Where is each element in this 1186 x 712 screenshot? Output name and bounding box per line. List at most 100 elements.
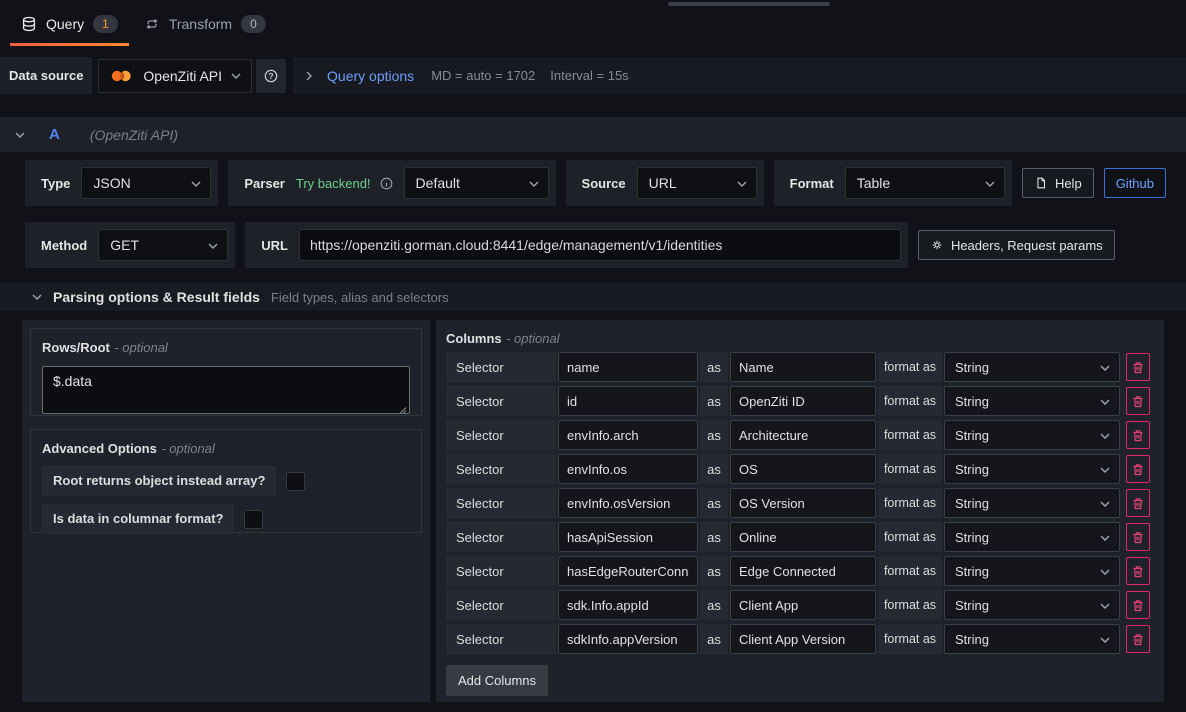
column-format-select[interactable]: String [944, 488, 1120, 518]
chevron-down-icon [1100, 569, 1110, 575]
method-field: Method GET [25, 222, 235, 268]
column-selector-input[interactable] [558, 624, 698, 654]
delete-column-button[interactable] [1126, 523, 1150, 551]
column-format-select[interactable]: String [944, 590, 1120, 620]
column-selector-input[interactable] [558, 488, 698, 518]
column-selector-input[interactable] [558, 420, 698, 450]
type-label: Type [32, 176, 81, 191]
delete-column-button[interactable] [1126, 489, 1150, 517]
column-format-value: String [955, 428, 989, 443]
parser-label: Parser [235, 176, 295, 191]
column-selector-input[interactable] [558, 386, 698, 416]
root-returns-object-checkbox[interactable] [286, 472, 305, 491]
trash-icon [1132, 531, 1144, 544]
column-selector-chip: Selector [446, 386, 556, 416]
interval-stat: Interval = 15s [550, 68, 628, 83]
editor-row-2: Method GET URL Headers, Request params [25, 222, 1166, 268]
column-selector-input[interactable] [558, 352, 698, 382]
tab-query-count-badge: 1 [93, 15, 118, 33]
rows-root-input[interactable]: $.data [42, 366, 410, 414]
column-selector-input[interactable] [558, 454, 698, 484]
column-selector-input[interactable] [558, 590, 698, 620]
columns-panel: Columns - optional Selector as format as… [436, 320, 1164, 702]
column-as-chip: as [700, 352, 728, 382]
parser-select[interactable]: Default [404, 167, 549, 199]
columnar-format-checkbox[interactable] [244, 510, 263, 529]
column-alias-input[interactable] [730, 488, 876, 518]
parser-select-value: Default [416, 175, 460, 191]
column-format-select[interactable]: String [944, 522, 1120, 552]
svg-text:?: ? [268, 71, 273, 81]
column-format-select[interactable]: String [944, 454, 1120, 484]
github-button[interactable]: Github [1104, 168, 1166, 198]
format-select[interactable]: Table [845, 167, 1005, 199]
column-as-chip: as [700, 386, 728, 416]
query-ref-id[interactable]: A [49, 126, 60, 143]
chevron-down-icon [1100, 603, 1110, 609]
column-format-select[interactable]: String [944, 556, 1120, 586]
collapse-chevron-icon[interactable] [32, 294, 42, 300]
column-row: Selector as format as String [446, 420, 1156, 450]
query-options-link[interactable]: Query options [327, 68, 414, 84]
column-alias-input[interactable] [730, 624, 876, 654]
collapse-chevron-icon[interactable] [15, 132, 25, 138]
column-row: Selector as format as String [446, 352, 1156, 382]
tab-transform-label: Transform [169, 16, 232, 32]
column-alias-input[interactable] [730, 454, 876, 484]
chevron-down-icon [1100, 365, 1110, 371]
column-format-select[interactable]: String [944, 420, 1120, 450]
trash-icon [1132, 633, 1144, 646]
datasource-help-button[interactable]: ? [256, 59, 286, 93]
column-format-as-chip: format as [878, 386, 942, 416]
column-as-chip: as [700, 590, 728, 620]
delete-column-button[interactable] [1126, 387, 1150, 415]
editor-tabbar: Query 1 Transform 0 [0, 0, 1186, 47]
method-select[interactable]: GET [98, 229, 228, 261]
datasource-picker[interactable]: OpenZiti API [98, 59, 252, 93]
type-select[interactable]: JSON [81, 167, 211, 199]
source-select[interactable]: URL [637, 167, 757, 199]
chevron-down-icon [191, 181, 201, 187]
column-format-as-chip: format as [878, 556, 942, 586]
delete-column-button[interactable] [1126, 353, 1150, 381]
resize-grip-icon[interactable] [398, 405, 407, 414]
column-format-select[interactable]: String [944, 624, 1120, 654]
openziti-logo-icon [109, 69, 134, 83]
headers-request-params-button[interactable]: Headers, Request params [918, 230, 1115, 260]
method-select-value: GET [110, 237, 139, 253]
delete-column-button[interactable] [1126, 421, 1150, 449]
column-selector-input[interactable] [558, 522, 698, 552]
add-columns-button[interactable]: Add Columns [446, 665, 548, 696]
trash-icon [1132, 599, 1144, 612]
delete-column-button[interactable] [1126, 591, 1150, 619]
column-format-select[interactable]: String [944, 386, 1120, 416]
column-selector-chip: Selector [446, 556, 556, 586]
trash-icon [1132, 463, 1144, 476]
advanced-option-row: Is data in columnar format? [42, 504, 410, 534]
tab-transform[interactable]: Transform 0 [131, 0, 279, 47]
help-button[interactable]: Help [1022, 168, 1094, 198]
max-data-points-stat: MD = auto = 1702 [431, 68, 535, 83]
column-row: Selector as format as String [446, 386, 1156, 416]
delete-column-button[interactable] [1126, 557, 1150, 585]
chevron-down-icon [529, 181, 539, 187]
column-format-as-chip: format as [878, 522, 942, 552]
column-alias-input[interactable] [730, 352, 876, 382]
database-icon [21, 16, 37, 32]
delete-column-button[interactable] [1126, 625, 1150, 653]
delete-column-button[interactable] [1126, 455, 1150, 483]
column-alias-input[interactable] [730, 522, 876, 552]
tab-query[interactable]: Query 1 [8, 0, 131, 47]
root-returns-object-label: Root returns object instead array? [42, 466, 276, 496]
column-format-select[interactable]: String [944, 352, 1120, 382]
column-alias-input[interactable] [730, 590, 876, 620]
query-datasource-hint: (OpenZiti API) [90, 127, 178, 143]
chevron-right-icon[interactable] [306, 71, 312, 81]
column-alias-input[interactable] [730, 420, 876, 450]
parsing-options-header[interactable]: Parsing options & Result fields Field ty… [0, 283, 1186, 311]
column-alias-input[interactable] [730, 386, 876, 416]
column-alias-input[interactable] [730, 556, 876, 586]
url-input[interactable] [299, 229, 901, 261]
column-selector-input[interactable] [558, 556, 698, 586]
source-field: Source URL [566, 160, 764, 206]
